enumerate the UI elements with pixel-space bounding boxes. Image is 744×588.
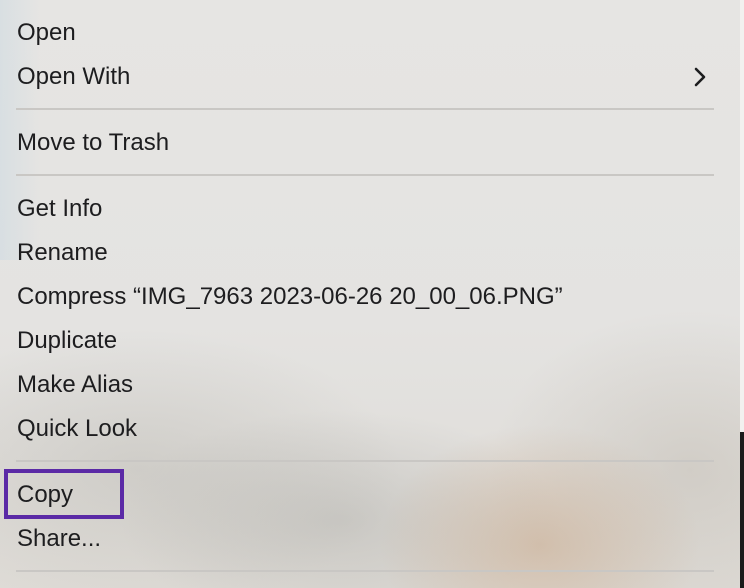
- menu-item-label: Share...: [17, 525, 102, 552]
- menu-item-label: Rename: [17, 239, 108, 266]
- window-edge-dark: [740, 432, 744, 588]
- menu-item-label: Compress “IMG_7963 2023-06-26 20_00_06.P…: [17, 283, 563, 310]
- menu-item-open-with[interactable]: Open With: [17, 62, 717, 92]
- menu-separator: [16, 460, 714, 462]
- menu-item-move-to-trash[interactable]: Move to Trash: [17, 128, 169, 158]
- menu-item-label: Move to Trash: [17, 129, 170, 156]
- menu-item-get-info[interactable]: Get Info: [17, 194, 102, 224]
- menu-item-label: Make Alias: [17, 371, 134, 398]
- menu-item-rename[interactable]: Rename: [17, 238, 108, 268]
- chevron-right-icon: [694, 67, 706, 87]
- menu-item-label: Quick Look: [17, 415, 138, 442]
- menu-item-make-alias[interactable]: Make Alias: [17, 370, 133, 400]
- menu-item-label: Duplicate: [17, 327, 118, 354]
- menu-item-compress[interactable]: Compress “IMG_7963 2023-06-26 20_00_06.P…: [17, 282, 563, 312]
- menu-item-label: Open: [17, 19, 76, 46]
- menu-item-share[interactable]: Share...: [17, 524, 101, 554]
- menu-separator: [16, 570, 714, 572]
- menu-item-open[interactable]: Open: [17, 18, 76, 48]
- context-menu: Open Open With Move to Trash Get Info Re…: [0, 0, 741, 588]
- menu-item-quick-look[interactable]: Quick Look: [17, 414, 137, 444]
- menu-item-label: Open With: [17, 63, 131, 90]
- menu-separator: [16, 174, 714, 176]
- menu-item-duplicate[interactable]: Duplicate: [17, 326, 117, 356]
- menu-item-label: Get Info: [17, 195, 103, 222]
- menu-separator: [16, 108, 714, 110]
- copy-highlight-box: [4, 469, 124, 519]
